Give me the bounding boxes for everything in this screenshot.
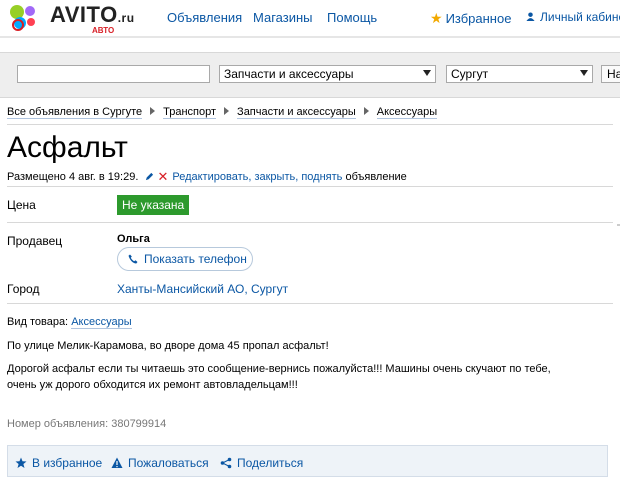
find-button[interactable]: На <box>601 65 620 83</box>
city-select[interactable]: Сургут <box>446 65 593 83</box>
star-icon <box>15 457 27 469</box>
breadcrumb: Все объявления в Сургуте Транспорт Запчаст… <box>7 106 437 118</box>
logo-subtitle: АВТО <box>92 26 114 35</box>
description-line-2: Дорогой асфальт если ты читаешь это сооб… <box>7 361 597 377</box>
city-divider <box>7 303 613 304</box>
search-input[interactable] <box>17 65 210 83</box>
top-header: AVITO.ru АВТО Объявления Магазины Помощь… <box>0 0 620 36</box>
logo-wordmark: AVITO.ru <box>50 2 135 28</box>
chevron-right-icon <box>224 107 229 115</box>
seller-name: Ольга <box>117 233 150 245</box>
city-label: Город <box>7 282 39 296</box>
share-button[interactable]: Поделиться <box>220 455 303 470</box>
breadcrumb-parts[interactable]: Запчасти и аксессуары <box>237 106 356 119</box>
chevron-down-icon <box>580 70 588 76</box>
item-kind: Вид товара: Аксессуары <box>7 316 132 328</box>
chevron-down-icon <box>423 70 431 76</box>
title-divider <box>7 186 613 187</box>
edit-link[interactable]: Редактировать, закрыть, поднять <box>172 171 342 183</box>
star-icon: ★ <box>430 10 443 26</box>
description-line-1: По улице Мелик-Карамова, во дворе дома 4… <box>7 338 597 354</box>
description-line-3: очень уж дорого обходится их ремонт авто… <box>7 377 597 393</box>
category-select[interactable]: Запчасти и аксессуары <box>219 65 436 83</box>
price-badge: Не указана <box>117 195 189 215</box>
page-title: Асфальт <box>7 130 128 166</box>
person-icon <box>526 12 535 21</box>
header-divider <box>0 36 620 38</box>
share-icon <box>220 457 232 469</box>
cabinet-link[interactable]: Личный кабинет <box>526 10 620 24</box>
avito-logo-icon <box>6 2 46 32</box>
close-icon[interactable]: ✕ <box>157 169 168 184</box>
show-phone-button[interactable]: Показать телефон <box>117 247 253 271</box>
price-label: Цена <box>7 198 36 212</box>
ad-number: Номер объявления: 380799914 <box>7 418 166 430</box>
avito-logo[interactable]: AVITO.ru АВТО <box>6 2 156 32</box>
breadcrumb-divider <box>7 124 613 125</box>
item-kind-link[interactable]: Аксессуары <box>71 316 131 329</box>
report-button[interactable]: Пожаловаться <box>111 455 209 470</box>
breadcrumb-all-ads[interactable]: Все объявления в Сургуте <box>7 106 142 119</box>
actions-bar: В избранное Пожаловаться Поделиться <box>7 445 608 477</box>
nav-ads[interactable]: Объявления <box>167 10 242 25</box>
nav-shops[interactable]: Магазины <box>253 10 313 25</box>
chevron-right-icon <box>150 107 155 115</box>
breadcrumb-transport[interactable]: Транспорт <box>163 106 216 119</box>
add-to-favorites-button[interactable]: В избранное <box>15 455 102 470</box>
favorites-link[interactable]: ★Избранное <box>430 10 511 27</box>
city-link[interactable]: Ханты-Мансийский АО, Сургут <box>117 282 288 296</box>
price-divider <box>7 222 613 223</box>
seller-label: Продавец <box>7 234 62 248</box>
breadcrumb-accessories[interactable]: Аксессуары <box>377 106 437 119</box>
warning-icon <box>111 457 123 469</box>
nav-help[interactable]: Помощь <box>327 10 377 25</box>
posted-info: Размещено 4 авг. в 19:29. ✕Редактировать… <box>7 168 407 184</box>
pencil-icon[interactable] <box>145 172 154 181</box>
chevron-right-icon <box>364 107 369 115</box>
phone-icon <box>128 254 138 264</box>
search-bar: Запчасти и аксессуары Сургут На <box>0 52 620 98</box>
